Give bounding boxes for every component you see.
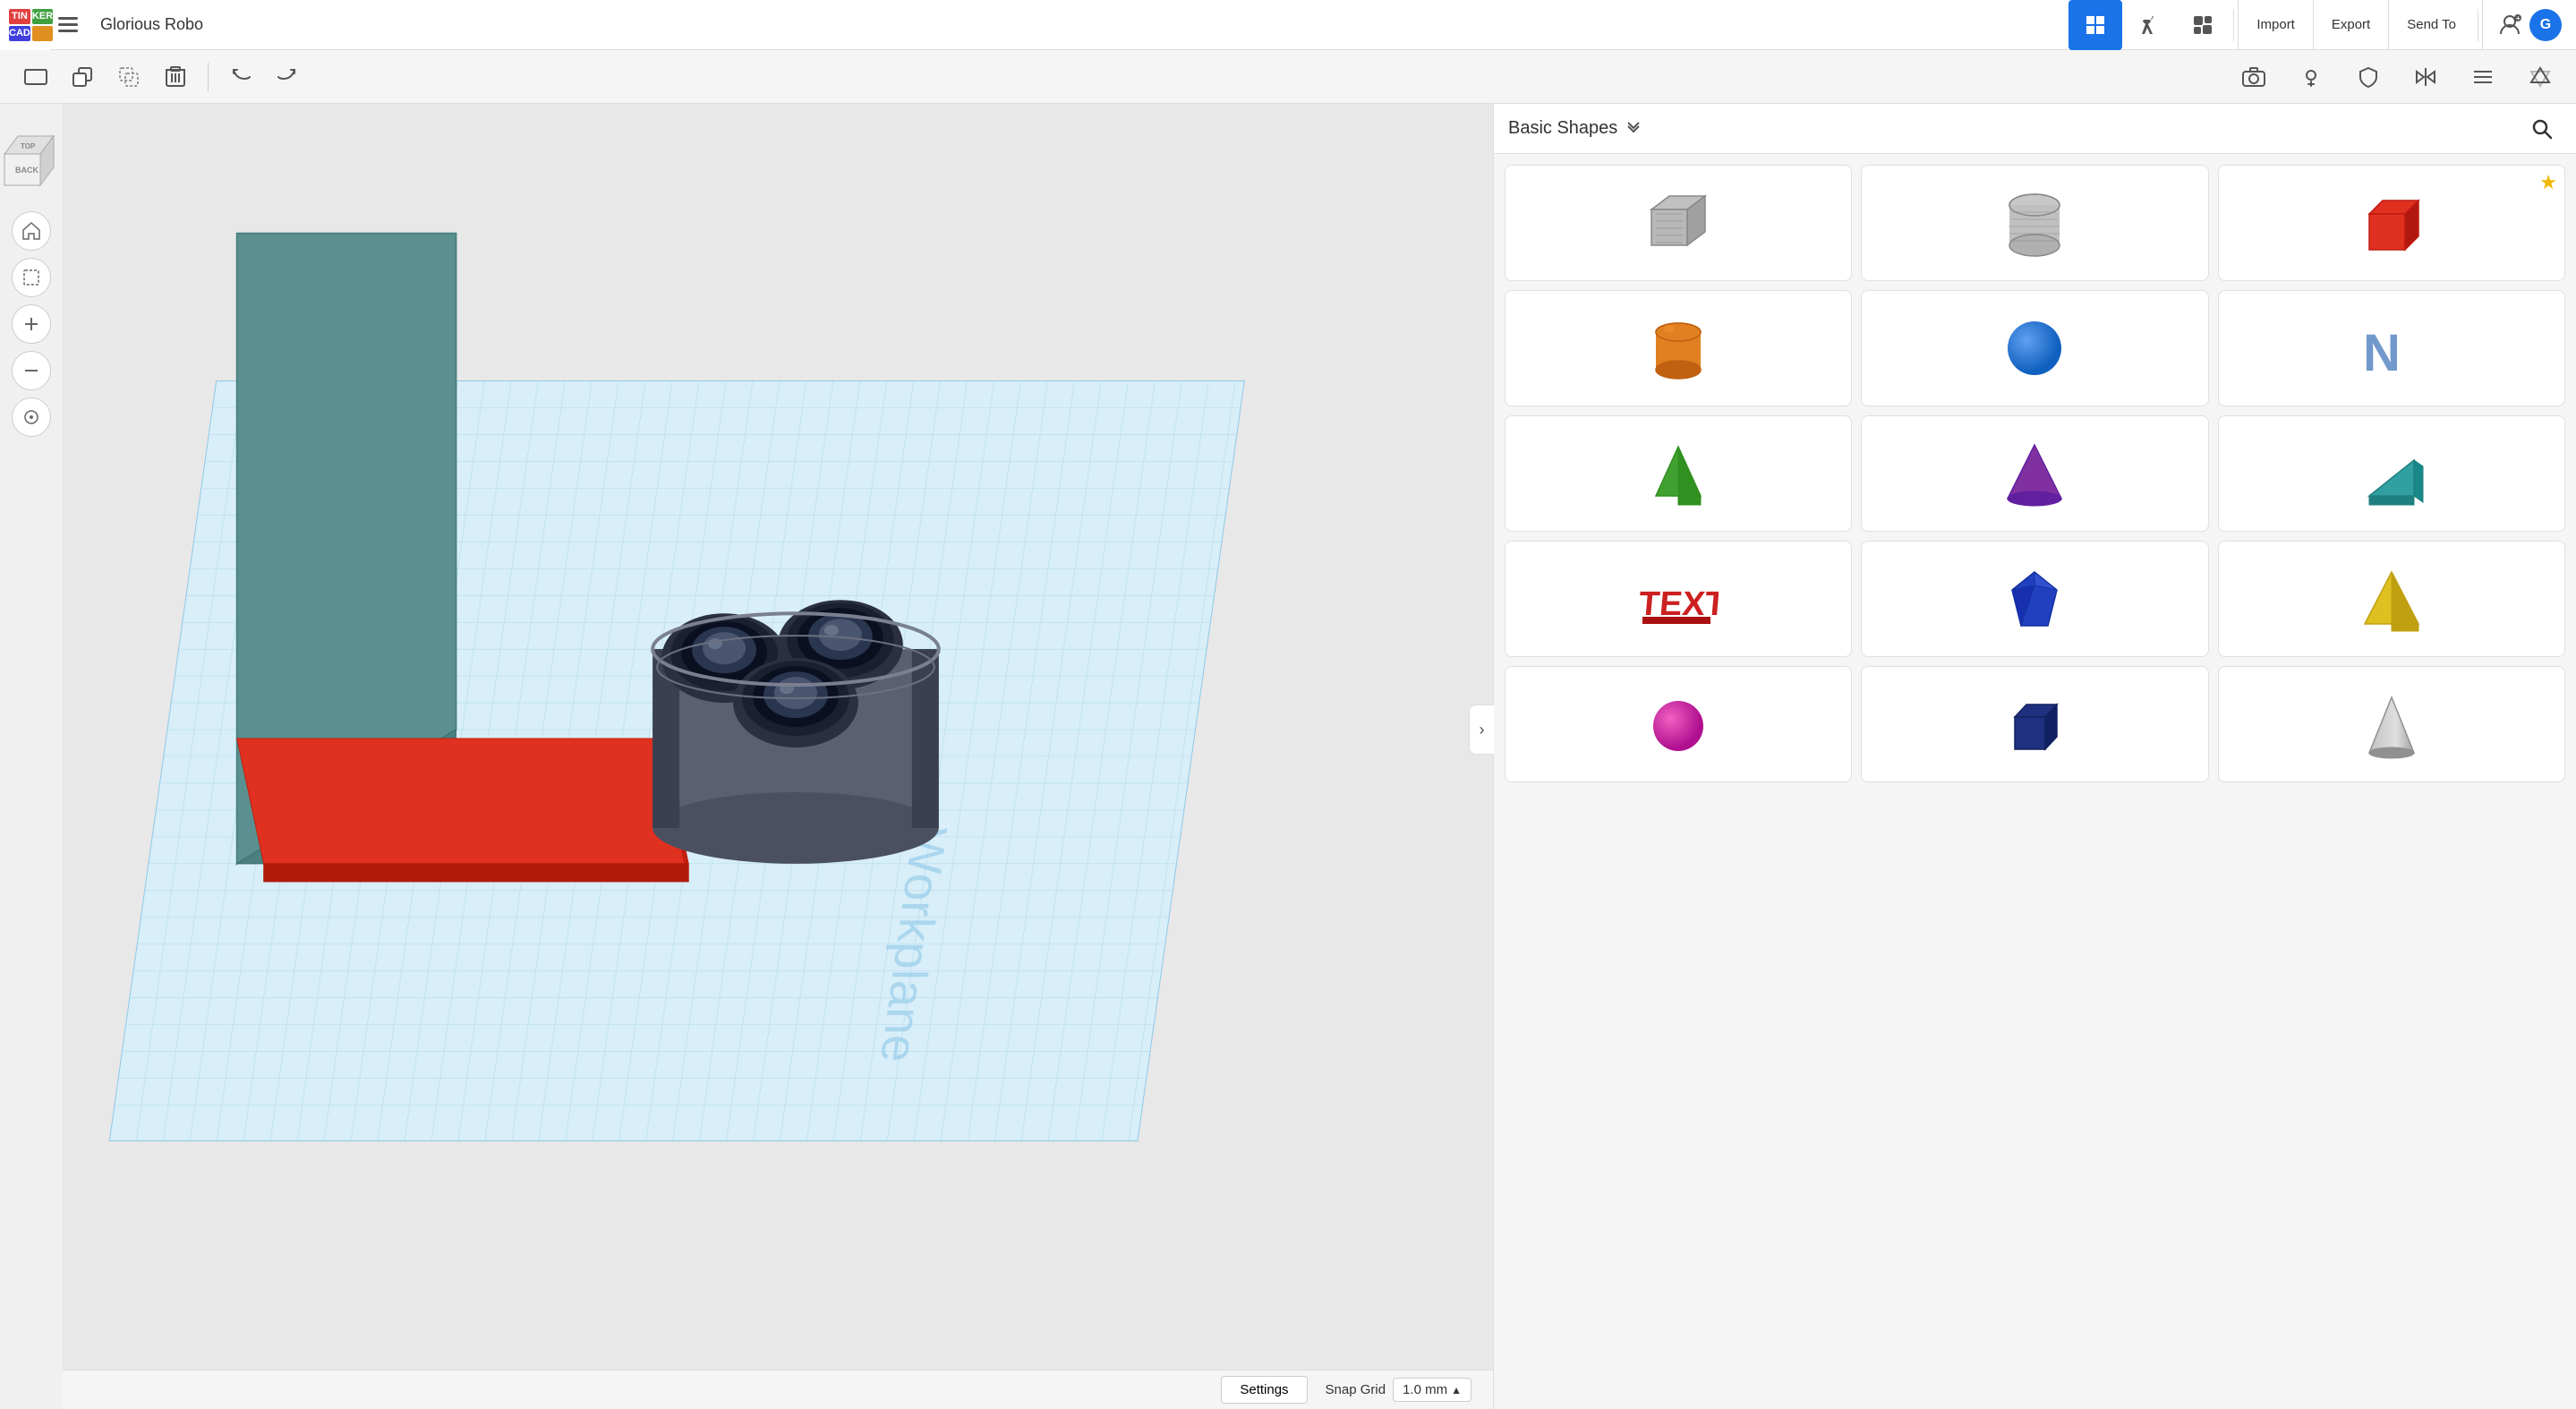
paste-button[interactable] [107, 56, 150, 98]
shape-box-hatch-icon [1642, 187, 1714, 259]
shape-wedge-teal-icon [2356, 438, 2427, 509]
snap-grid-value-text: 1.0 mm [1403, 1382, 1447, 1397]
svg-text:+: + [2516, 14, 2521, 22]
align-btn[interactable] [2461, 56, 2504, 98]
header-right-area: Import Export Send To + G [2068, 0, 2576, 50]
settings-button[interactable]: Settings [1221, 1376, 1307, 1404]
light-btn[interactable] [2290, 56, 2333, 98]
shape-cone-gray-icon [2356, 688, 2427, 760]
shape-text-3d[interactable]: N [2218, 290, 2565, 406]
status-bar: Settings Snap Grid 1.0 mm ▲ [63, 1370, 1493, 1409]
shape-pyramid-yellow-icon [2356, 563, 2427, 635]
shape-cube-navy[interactable] [1861, 666, 2208, 782]
shape-pyramid-yellow[interactable] [2218, 541, 2565, 657]
logo-tin: TIN [9, 9, 30, 24]
delete-button[interactable] [154, 56, 197, 98]
shield-btn[interactable] [2347, 56, 2390, 98]
view-cube-svg: BACK TOP [0, 118, 67, 190]
shape-sphere-blue[interactable] [1861, 290, 2208, 406]
tinkercad-logo[interactable]: TIN KER CAD [0, 0, 50, 50]
shape-sphere-pink-icon [1642, 688, 1714, 760]
toolbar-separator-1 [208, 63, 209, 91]
shape-text-shape[interactable]: TEXT [1505, 541, 1852, 657]
canvas-area[interactable]: Workplane [63, 104, 1493, 1409]
shapes-title-text: Basic Shapes [1508, 118, 1617, 139]
blocks-button[interactable] [2176, 0, 2230, 50]
view-cube[interactable]: BACK TOP [0, 118, 67, 190]
mirror-btn[interactable] [2404, 56, 2447, 98]
snap-grid-arrow-icon: ▲ [1451, 1384, 1462, 1396]
shape-cylinder-hatch-icon [1999, 187, 2070, 259]
shape-gem-blue-icon [1999, 563, 2070, 635]
send-to-button[interactable]: Send To [2388, 0, 2474, 50]
shape-cylinder-hatch[interactable] [1861, 165, 2208, 281]
shape-n-icon: N [2356, 312, 2427, 384]
shape-cone-gray[interactable] [2218, 666, 2565, 782]
zoom-in-button[interactable] [12, 304, 51, 344]
search-shapes-button[interactable] [2522, 109, 2562, 149]
shape-cylinder-orange-icon [1642, 312, 1714, 384]
camera-btn[interactable] [2232, 56, 2275, 98]
logo-cad: CAD [9, 26, 30, 41]
home-view-button[interactable] [12, 211, 51, 251]
shape-text-shape-icon: TEXT [1638, 563, 1719, 635]
copy-button[interactable] [61, 56, 104, 98]
panel-collapse-button[interactable]: › [1469, 704, 1494, 755]
shape-starred-icon: ★ [2539, 171, 2557, 194]
shape-cone-purple-icon [1999, 438, 2070, 509]
shape-pyramid-green-icon [1642, 438, 1714, 509]
workplane-tool-button[interactable] [14, 56, 57, 98]
shape-cylinder-orange[interactable] [1505, 290, 1852, 406]
toolbar-right [2232, 56, 2562, 98]
dropdown-arrow-icon [1625, 120, 1642, 138]
shape-box-hatch[interactable] [1505, 165, 1852, 281]
svg-text:N: N [2363, 324, 2401, 382]
snap-grid-info: Snap Grid 1.0 mm ▲ [1326, 1378, 1471, 1402]
shape-wedge-teal[interactable] [2218, 415, 2565, 532]
snap-grid-value[interactable]: 1.0 mm ▲ [1393, 1378, 1471, 1402]
zoom-out-button[interactable] [12, 351, 51, 390]
svg-text:TOP: TOP [21, 142, 36, 150]
flip-btn[interactable] [2519, 56, 2562, 98]
right-panel: › Basic Shapes [1493, 50, 2576, 1409]
shape-sphere-pink[interactable] [1505, 666, 1852, 782]
export-button[interactable]: Export [2313, 0, 2388, 50]
shape-pyramid-green[interactable] [1505, 415, 1852, 532]
toolbar [0, 50, 2576, 104]
import-button[interactable]: Import [2238, 0, 2313, 50]
shape-cube-red-icon [2356, 187, 2427, 259]
add-user-icon: + [2497, 13, 2522, 38]
shape-sphere-blue-icon [1999, 312, 2070, 384]
redo-button[interactable] [266, 56, 309, 98]
snap-grid-label: Snap Grid [1326, 1382, 1386, 1397]
shapes-header-row: Basic Shapes [1494, 104, 2576, 153]
svg-text:BACK: BACK [15, 166, 38, 175]
undo-button[interactable] [219, 56, 262, 98]
shape-cube-navy-icon [1999, 688, 2070, 760]
shapes-grid: ★ [1494, 154, 2576, 1409]
workplane-svg: Workplane [63, 104, 1493, 1409]
user-area[interactable]: + G [2482, 0, 2576, 50]
shape-cone-purple[interactable] [1861, 415, 2208, 532]
select-box-button[interactable] [12, 258, 51, 297]
build-button[interactable] [2122, 0, 2176, 50]
project-name[interactable]: Glorious Robo [86, 15, 2068, 34]
fit-all-button[interactable] [12, 397, 51, 437]
shape-cube-red[interactable]: ★ [2218, 165, 2565, 281]
header-divider [2233, 9, 2234, 41]
left-sidebar: BACK TOP [0, 104, 63, 1409]
app-menu-button[interactable] [50, 0, 86, 50]
shapes-dropdown[interactable]: Basic Shapes [1508, 118, 1642, 139]
avatar[interactable]: G [2529, 9, 2562, 41]
header: TIN KER CAD Glorious Robo Import Export … [0, 0, 2576, 50]
grid-view-button[interactable] [2068, 0, 2122, 50]
shape-gem-blue[interactable] [1861, 541, 2208, 657]
